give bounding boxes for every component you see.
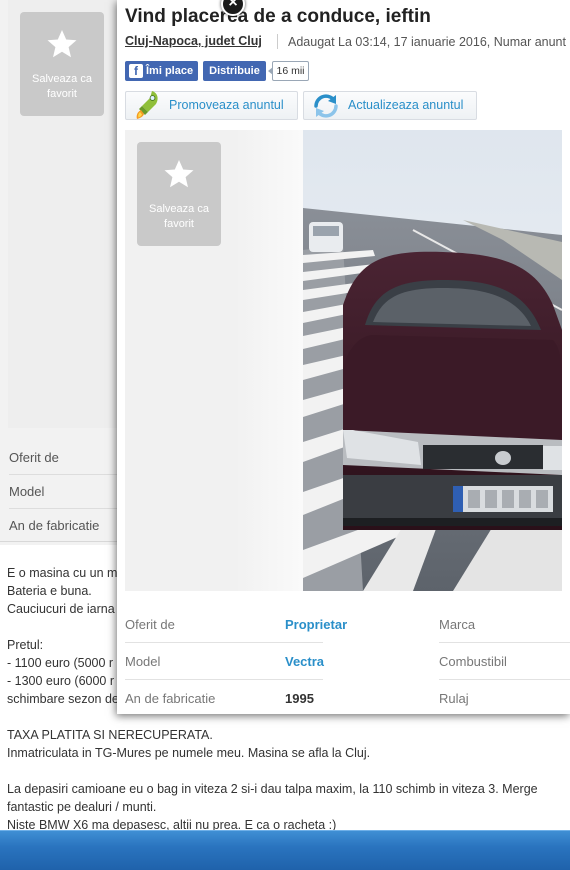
ad-preview-modal: × Vind placerea de a conduce, ieftin Clu… bbox=[117, 0, 570, 714]
favorite-label: Salveaza ca favorit bbox=[32, 73, 92, 100]
spec-offered-by-label: Oferit de bbox=[125, 617, 175, 632]
divider bbox=[125, 679, 323, 680]
spec-fuel-label: Combustibil bbox=[439, 654, 507, 669]
car-photo[interactable] bbox=[303, 130, 562, 591]
description-line: Inmatriculata in TG-Mures pe numele meu.… bbox=[7, 746, 371, 760]
facebook-like-button[interactable]: f Îmi place bbox=[125, 61, 198, 81]
description-line: La depasiri camioane eu o bag in viteza … bbox=[7, 782, 538, 796]
description-line: fantastic pe dealuri / munti. bbox=[7, 800, 157, 814]
spec-model-label: Model bbox=[125, 654, 161, 669]
divider bbox=[125, 642, 323, 643]
divider bbox=[277, 34, 278, 49]
divider bbox=[439, 642, 570, 643]
gallery-gradient bbox=[235, 130, 303, 591]
rocket-icon bbox=[136, 91, 158, 119]
ad-date-info: Adaugat La 03:14, 17 ianuarie 2016, Numa… bbox=[288, 35, 566, 49]
update-ad-label: Actualizeaza anuntul bbox=[348, 98, 464, 112]
promote-ad-label: Promoveaza anuntul bbox=[169, 98, 284, 112]
spec-mileage-label: Rulaj bbox=[439, 691, 469, 706]
divider bbox=[439, 679, 570, 680]
windows-taskbar bbox=[0, 830, 570, 870]
car-photo-image bbox=[303, 130, 562, 591]
spec-year-label: An de fabricatie bbox=[125, 691, 216, 706]
spec-model-value[interactable]: Vectra bbox=[285, 654, 324, 669]
facebook-like-count: 16 mii bbox=[268, 61, 309, 81]
facebook-like-label: Îmi place bbox=[146, 65, 194, 77]
refresh-icon bbox=[314, 94, 338, 118]
background-favorite-button[interactable]: Salveaza ca favorit bbox=[20, 12, 104, 116]
star-icon bbox=[164, 160, 194, 188]
spec-offered-by-value[interactable]: Proprietar bbox=[285, 617, 347, 632]
facebook-icon: f bbox=[129, 64, 143, 78]
ad-location-link[interactable]: Cluj-Napoca, judet Cluj bbox=[125, 34, 262, 48]
favorite-label: Salveaza ca favorit bbox=[149, 203, 209, 230]
background-spec-model: Model bbox=[9, 484, 45, 499]
description-line bbox=[7, 762, 567, 780]
background-spec-offered-by: Oferit de bbox=[9, 450, 59, 465]
spec-year-value: 1995 bbox=[285, 691, 314, 706]
promote-ad-button[interactable]: Promoveaza anuntul bbox=[125, 91, 298, 120]
favorite-button[interactable]: Salveaza ca favorit bbox=[137, 142, 221, 246]
description-line: TAXA PLATITA SI NERECUPERATA. bbox=[7, 728, 213, 742]
ad-title: Vind placerea de a conduce, ieftin bbox=[125, 6, 431, 27]
update-ad-button[interactable]: Actualizeaza anuntul bbox=[303, 91, 477, 120]
facebook-share-button[interactable]: Distribuie bbox=[203, 61, 266, 81]
background-spec-year: An de fabricatie bbox=[9, 518, 100, 533]
star-icon bbox=[47, 30, 77, 58]
spec-brand-label: Marca bbox=[439, 617, 476, 632]
